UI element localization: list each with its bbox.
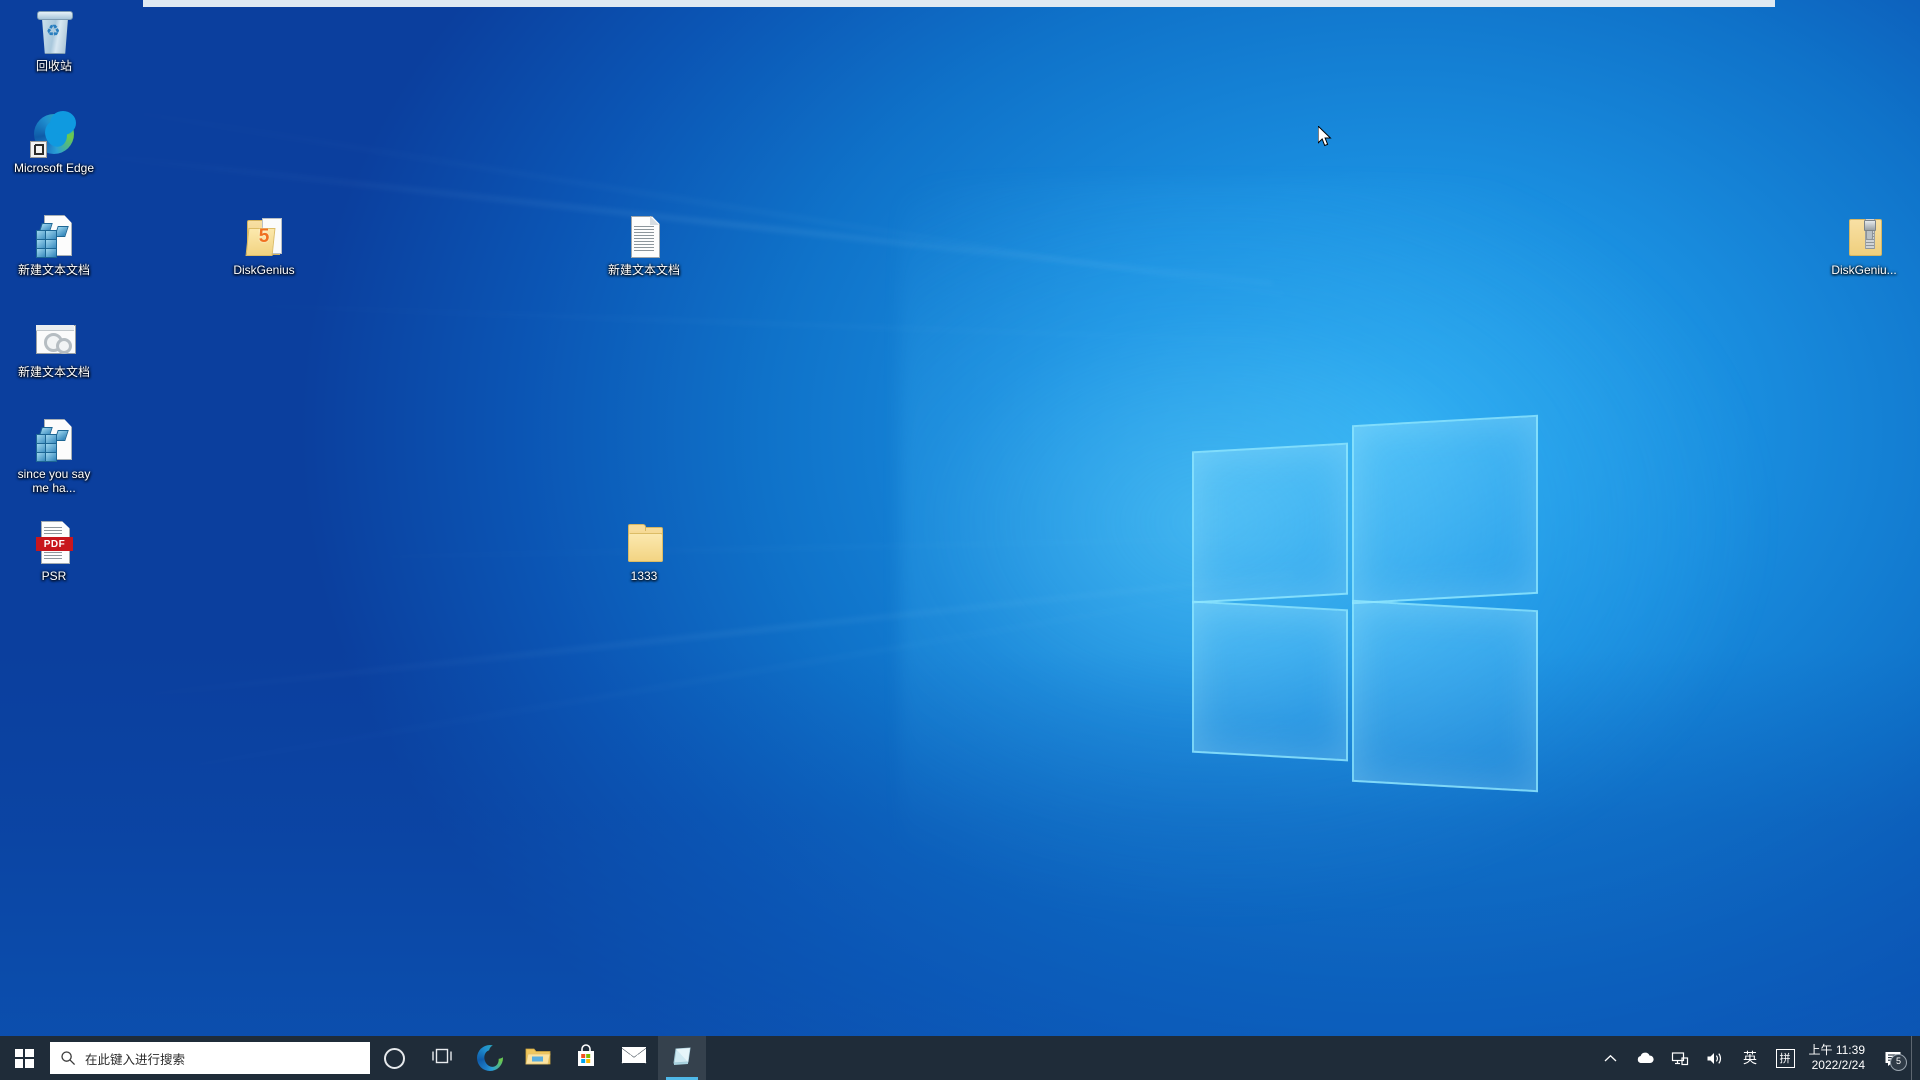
edge-icon xyxy=(30,110,78,158)
tray-ime-pinyin[interactable]: 拼 xyxy=(1768,1036,1803,1080)
task-view-icon xyxy=(431,1047,453,1070)
folder-icon xyxy=(525,1045,551,1072)
desktop-icon-label: PSR xyxy=(41,569,67,583)
chevron-up-icon xyxy=(1604,1054,1616,1061)
desktop-icon-label: 新建文本文档 xyxy=(17,365,90,379)
mail-icon xyxy=(621,1046,647,1070)
taskbar-button-notepad[interactable] xyxy=(658,1036,706,1080)
recycle-bin-icon: ♻ xyxy=(30,8,78,56)
taskbar-button-mail[interactable] xyxy=(610,1036,658,1080)
desktop-icon-since-you-say[interactable]: since you say me ha... xyxy=(6,416,102,495)
desktop-icon-label: 1333 xyxy=(630,569,658,583)
top-window-strip xyxy=(143,0,1775,7)
pdf-icon: PDF xyxy=(30,518,78,566)
desktop-icon-new-text-document-3[interactable]: 新建文本文档 xyxy=(6,314,102,379)
edge-icon xyxy=(477,1044,506,1071)
system-tray[interactable]: 英 拼 上午 11:39 2022/2/24 5 xyxy=(1593,1036,1920,1080)
tray-volume[interactable] xyxy=(1698,1036,1733,1080)
desktop-icon-diskgenius-folder[interactable]: 5 DiskGenius xyxy=(216,212,312,277)
desktop-icon-label: since you say me ha... xyxy=(17,467,91,495)
desktop-icon-new-text-document-1[interactable]: 新建文本文档 xyxy=(6,212,102,277)
desktop-icon-folder-1333[interactable]: 1333 xyxy=(596,518,692,583)
desktop-icon-label: DiskGenius xyxy=(233,263,295,277)
taskbar-clock[interactable]: 上午 11:39 2022/2/24 xyxy=(1803,1036,1875,1080)
speaker-icon xyxy=(1707,1052,1722,1064)
desktop-icon-psr-pdf[interactable]: PDF PSR xyxy=(6,518,102,583)
tray-show-hidden-icons[interactable] xyxy=(1593,1036,1628,1080)
wallpaper-floor-shade xyxy=(0,650,1920,1080)
desktop-icon-label: 新建文本文档 xyxy=(607,263,680,277)
search-placeholder: 在此键入进行搜索 xyxy=(85,1052,186,1067)
notepad-icon xyxy=(670,1044,694,1073)
desktop-icon-label: 新建文本文档 xyxy=(17,263,90,277)
desktop-icon-microsoft-edge[interactable]: Microsoft Edge xyxy=(6,110,102,175)
desktop-icon-recycle-bin[interactable]: ♻ 回收站 xyxy=(6,8,102,73)
taskbar-button-microsoft-edge[interactable] xyxy=(466,1036,514,1080)
blocks-doc-icon xyxy=(30,416,78,464)
shortcut-arrow-icon xyxy=(30,141,47,158)
desktop-icon-diskgenius-zip[interactable]: DiskGeniu... xyxy=(1816,212,1912,277)
ime-english-icon: 英 xyxy=(1743,1051,1758,1067)
clock-date: 2022/2/24 xyxy=(1811,1058,1865,1072)
search-icon xyxy=(60,1050,76,1066)
logo-pane-top-left xyxy=(1192,442,1348,604)
text-doc-icon xyxy=(620,212,668,260)
taskbar-button-cortana[interactable] xyxy=(370,1036,418,1080)
search-input[interactable]: 在此键入进行搜索 xyxy=(50,1042,370,1074)
folder-icon xyxy=(620,518,668,566)
windows-logo-icon xyxy=(14,1048,34,1068)
taskbar-button-task-view[interactable] xyxy=(418,1036,466,1080)
desktop-icon-label: DiskGeniu... xyxy=(1831,263,1897,277)
cloud-icon xyxy=(1637,1052,1654,1063)
start-button[interactable] xyxy=(0,1036,48,1080)
windows-logo-wallpaper xyxy=(1185,414,1540,793)
store-icon xyxy=(574,1043,598,1073)
network-icon xyxy=(1671,1051,1689,1065)
desktop-icon-label: Microsoft Edge xyxy=(13,161,95,175)
clock-time: 上午 11:39 xyxy=(1808,1043,1865,1057)
desktop-icon-label: 回收站 xyxy=(35,59,72,73)
taskbar-button-microsoft-store[interactable] xyxy=(562,1036,610,1080)
notification-center-button[interactable]: 5 xyxy=(1875,1036,1911,1080)
gears-window-icon xyxy=(30,314,78,362)
taskbar[interactable]: 在此键入进行搜索 英 拼 上午 11:39 2022/2/24 5 xyxy=(0,1036,1920,1080)
desktop-icon-new-text-document-2[interactable]: 新建文本文档 xyxy=(596,212,692,277)
mouse-cursor xyxy=(1317,124,1332,148)
tray-ime-language[interactable]: 英 xyxy=(1733,1036,1768,1080)
notification-badge-count: 5 xyxy=(1890,1054,1907,1071)
tray-network[interactable] xyxy=(1663,1036,1698,1080)
logo-pane-bottom-right xyxy=(1352,599,1538,793)
ime-pinyin-icon: 拼 xyxy=(1775,1048,1795,1068)
blocks-doc-icon xyxy=(30,212,78,260)
cortana-circle-icon xyxy=(383,1047,405,1069)
desktop-root[interactable]: ♻ 回收站 Microsoft Edge 新建文本文档 5 DiskGenius… xyxy=(0,0,1920,1080)
diskgenius-icon: 5 xyxy=(240,212,288,260)
tray-onedrive[interactable] xyxy=(1628,1036,1663,1080)
zip-folder-icon xyxy=(1840,212,1888,260)
show-desktop-button[interactable] xyxy=(1911,1036,1920,1080)
logo-pane-bottom-left xyxy=(1192,600,1348,762)
logo-pane-top-right xyxy=(1352,414,1538,605)
taskbar-button-file-explorer[interactable] xyxy=(514,1036,562,1080)
